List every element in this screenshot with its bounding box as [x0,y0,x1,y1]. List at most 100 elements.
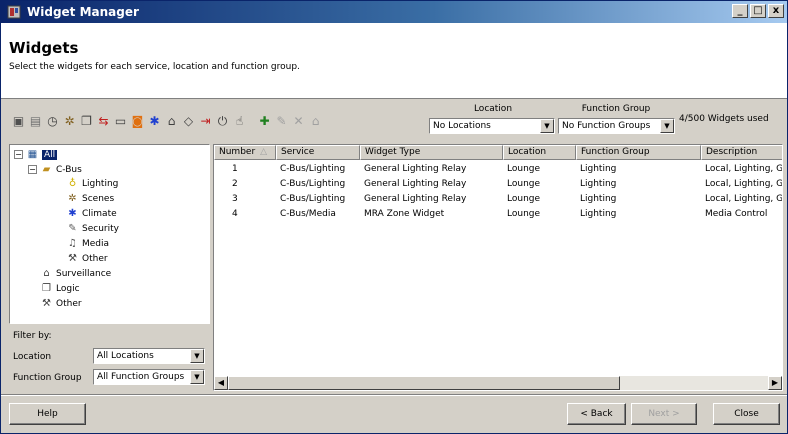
column-header-description[interactable]: Description [701,145,782,160]
column-header-location[interactable]: Location [503,145,576,160]
filter-location-combo[interactable]: All Locations ▼ [93,348,205,364]
tree-item-cbus-other[interactable]: ⚒ Other [66,252,108,265]
cell-service: C-Bus/Lighting [280,179,346,189]
scroll-left-icon[interactable]: ◀ [214,376,228,390]
filter-function-group-label: Function Group [13,373,82,383]
close-window-button[interactable]: x [768,4,784,18]
cell-location: Lounge [507,164,541,174]
cell-description: Media Control [705,209,768,219]
scrollbar-thumb[interactable] [228,376,620,390]
close-button[interactable]: Close [713,403,780,425]
cell-widget-type: General Lighting Relay [364,194,467,204]
save-icon[interactable]: ▤ [28,114,43,129]
tree-item-security-label: Security [82,223,119,234]
page-subtitle: Select the widgets for each service, loc… [9,62,300,72]
eraser-icon[interactable]: ◇ [181,114,196,129]
scenes-icon[interactable]: ✲ [62,114,77,129]
hand-icon[interactable]: ☝ [232,114,247,129]
cell-function-group: Lighting [580,194,617,204]
service-tree: − ▦ All − ▰ C-Bus ♁ Lighting ✲ Scenes ✱ … [9,144,210,324]
folder-icon: ▰ [42,164,51,175]
column-header-number[interactable]: Number △ [214,145,276,160]
lock-icon[interactable]: ⌂ [308,114,323,129]
media-icon: ♫ [68,238,77,249]
maximize-button[interactable]: □ [750,4,766,18]
tree-item-all[interactable]: ▦ All [26,148,58,161]
collapse-cbus-expander[interactable]: − [28,165,37,174]
cell-description: Local, Lighting, G [705,194,783,204]
column-header-function-group[interactable]: Function Group [576,145,701,160]
table-row[interactable]: 3 C-Bus/Lighting General Lighting Relay … [214,193,783,206]
function-group-combo[interactable]: No Function Groups ▼ [558,118,675,134]
help-button[interactable]: Help [9,403,86,425]
cell-service: C-Bus/Media [280,209,336,219]
horizontal-scrollbar[interactable]: ◀ ▶ [214,376,782,390]
tree-item-climate-label: Climate [82,208,117,219]
cell-widget-type: General Lighting Relay [364,164,467,174]
exit-icon[interactable]: ⇥ [198,114,213,129]
filter-function-group-combo[interactable]: All Function Groups ▼ [93,369,205,385]
chevron-down-icon[interactable]: ▼ [540,119,554,133]
table-row[interactable]: 2 C-Bus/Lighting General Lighting Relay … [214,178,782,191]
function-group-combo-value: No Function Groups [562,121,651,131]
function-group-combo-label: Function Group [581,104,651,114]
widgets-used-count: 4/500 Widgets used [679,114,769,124]
column-header-widget-type[interactable]: Widget Type [360,145,503,160]
properties-icon[interactable]: ▣ [11,114,26,129]
cell-number: 4 [232,209,238,219]
tree-item-other[interactable]: ⚒ Other [40,297,82,310]
power-icon[interactable]: ⏻ [215,114,230,129]
widget-manager-window: Widget Manager _ □ x Widgets Select the … [0,0,788,434]
cell-number: 3 [232,194,238,204]
minimize-button[interactable]: _ [732,4,748,18]
cell-widget-type: MRA Zone Widget [364,209,445,219]
lightbulb-icon: ♁ [68,178,77,189]
filter-location-label: Location [13,352,52,362]
tree-item-media[interactable]: ♫ Media [66,237,109,250]
tree-item-climate[interactable]: ✱ Climate [66,207,117,220]
tree-item-cbus-label: C-Bus [56,164,82,175]
back-button[interactable]: < Back [567,403,626,425]
edit-icon[interactable]: ✎ [274,114,289,129]
cell-function-group: Lighting [580,209,617,219]
scroll-right-icon[interactable]: ▶ [768,376,782,390]
security-icon: ✎ [68,223,77,234]
tree-item-logic[interactable]: ❐ Logic [40,282,80,295]
cell-number: 2 [232,179,238,189]
scenes-icon: ✲ [68,193,77,204]
tree-item-cbus[interactable]: ▰ C-Bus [40,163,82,176]
cell-function-group: Lighting [580,179,617,189]
app-icon [7,5,21,19]
surveillance-icon[interactable]: ⌂ [164,114,179,129]
toolbar: ▣ ▤ ◷ ✲ ❐ ⇆ ▭ ◙ ✱ ⌂ ◇ ⇥ ⏻ ☝ ✚ ✎ ✕ ⌂ Loca… [1,100,787,142]
copy-icon[interactable]: ❐ [79,114,94,129]
cell-location: Lounge [507,194,541,204]
tree-item-lighting[interactable]: ♁ Lighting [66,177,119,190]
cell-service: C-Bus/Lighting [280,194,346,204]
table-row[interactable]: 4 C-Bus/Media MRA Zone Widget Lounge Lig… [214,208,782,221]
display-icon[interactable]: ▭ [113,114,128,129]
table-row[interactable]: 1 C-Bus/Lighting General Lighting Relay … [214,163,782,176]
add-icon[interactable]: ✚ [257,114,272,129]
delete-icon[interactable]: ✕ [291,114,306,129]
tree-item-surveillance[interactable]: ⌂ Surveillance [40,267,111,280]
rss-icon[interactable]: ◙ [130,114,145,129]
chevron-down-icon[interactable]: ▼ [660,119,674,133]
cell-location: Lounge [507,209,541,219]
chevron-down-icon[interactable]: ▼ [190,370,204,384]
timer-icon[interactable]: ◷ [45,114,60,129]
tree-item-scenes[interactable]: ✲ Scenes [66,192,114,205]
chevron-down-icon[interactable]: ▼ [190,349,204,363]
transfer-icon[interactable]: ⇆ [96,114,111,129]
collapse-all-expander[interactable]: − [14,150,23,159]
climate-icon: ✱ [68,208,77,219]
location-combo[interactable]: No Locations ▼ [429,118,555,134]
column-header-service[interactable]: Service [276,145,360,160]
next-button[interactable]: Next > [631,403,697,425]
tree-item-logic-label: Logic [56,283,80,294]
tree-item-security[interactable]: ✎ Security [66,222,119,235]
other-icon: ⚒ [42,298,51,309]
page-header: Widgets Select the widgets for each serv… [1,23,787,99]
title-bar: Widget Manager _ □ x [1,1,787,23]
climate-icon[interactable]: ✱ [147,114,162,129]
